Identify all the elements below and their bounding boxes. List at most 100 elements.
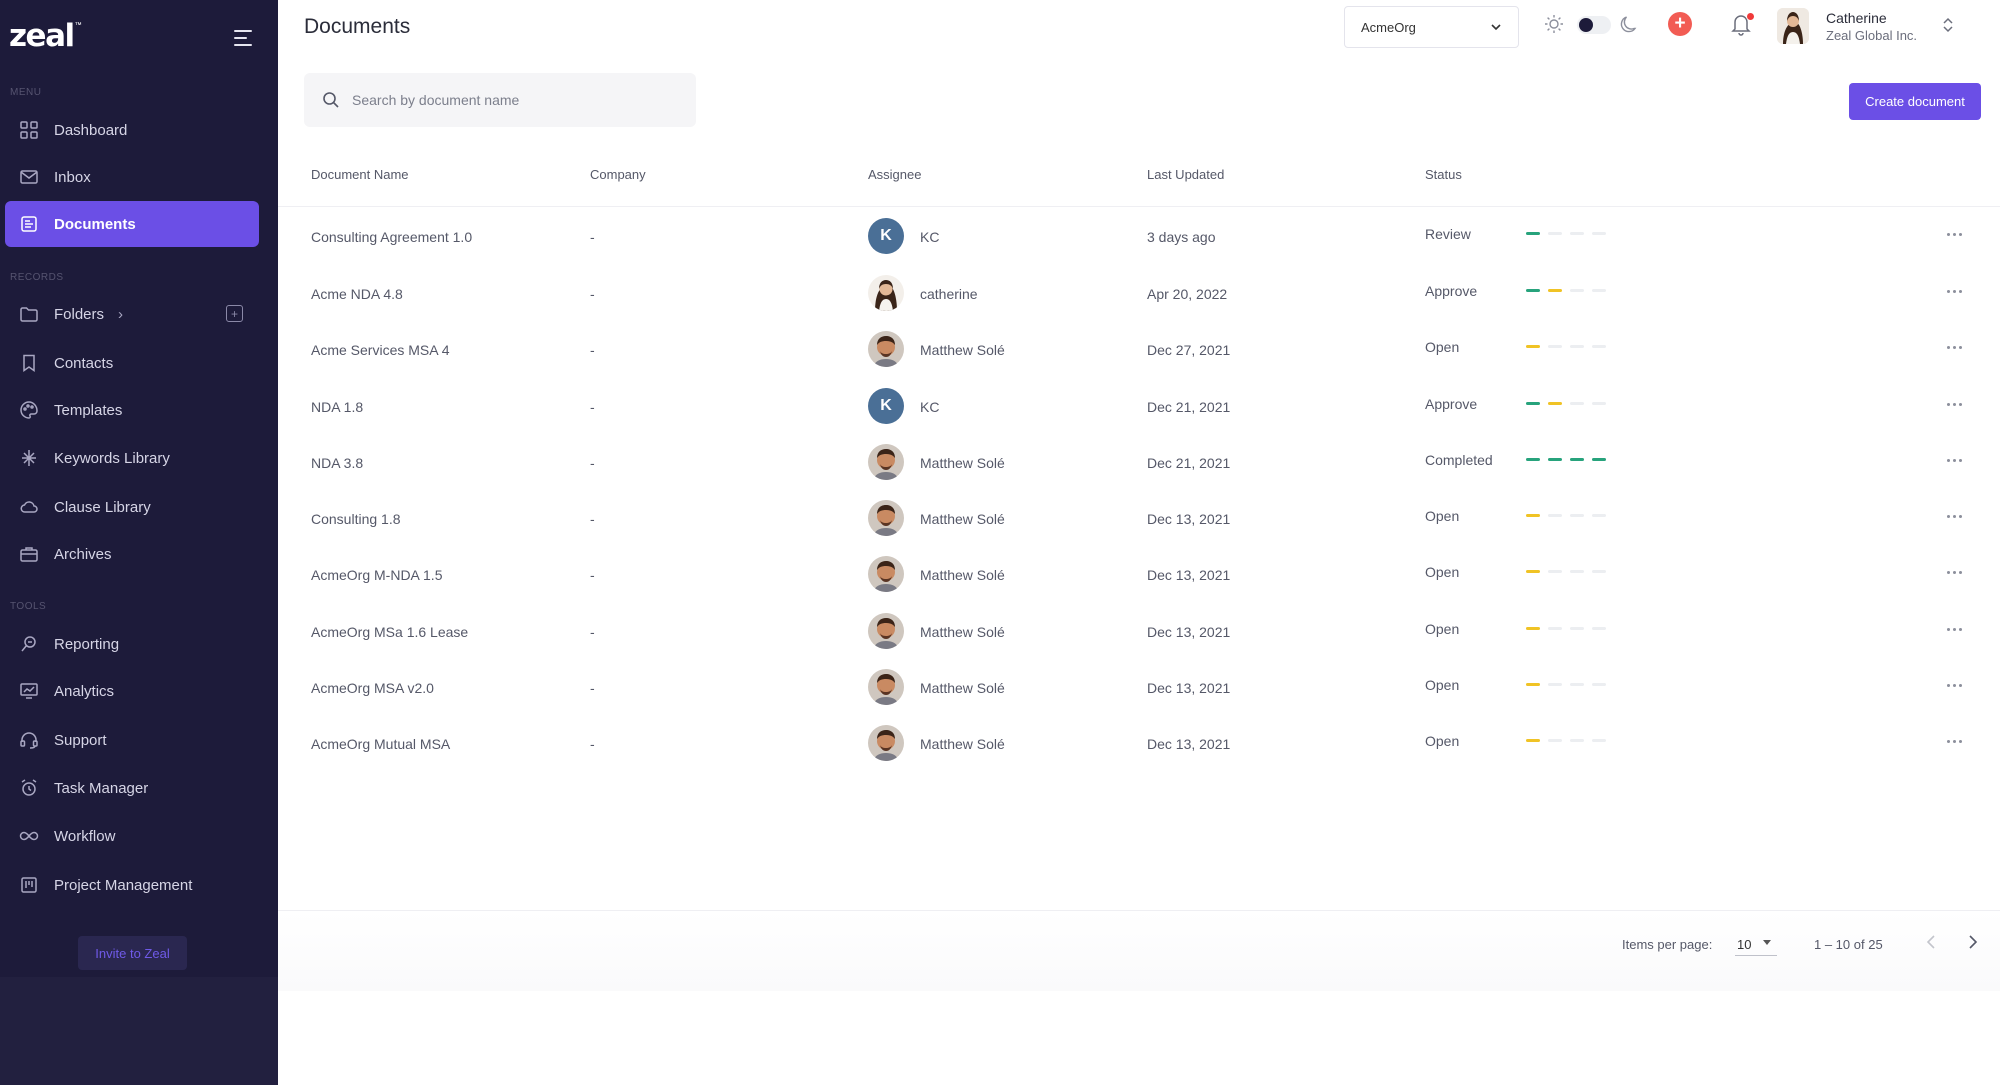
sun-icon[interactable] [1543, 13, 1565, 35]
next-page-icon[interactable] [1962, 932, 1982, 952]
more-options-icon[interactable] [1947, 567, 1969, 577]
company: - [590, 229, 595, 245]
document-name[interactable]: AcmeOrg MSa 1.6 Lease [311, 624, 468, 640]
table-row[interactable]: Consulting 1.8 - Matthew Solé Dec 13, 20… [278, 490, 2000, 546]
column-header-assignee[interactable]: Assignee [868, 167, 921, 182]
more-options-icon[interactable] [1947, 680, 1969, 690]
document-name[interactable]: NDA 3.8 [311, 455, 363, 471]
document-name[interactable]: Consulting Agreement 1.0 [311, 229, 472, 245]
previous-page-icon[interactable] [1922, 932, 1942, 952]
status-progress-segment [1548, 402, 1562, 405]
sidebar-item-keywords-library[interactable]: Keywords Library [5, 435, 259, 481]
more-options-icon[interactable] [1947, 229, 1969, 239]
document-name[interactable]: Acme Services MSA 4 [311, 342, 450, 358]
sidebar-item-inbox[interactable]: Inbox [5, 154, 259, 200]
document-name[interactable]: AcmeOrg Mutual MSA [311, 736, 450, 752]
kanban-icon [18, 874, 40, 896]
status-label: Open [1425, 733, 1460, 749]
sidebar-item-label: Reporting [54, 635, 120, 653]
company: - [590, 455, 595, 471]
sidebar-item-label: Archives [54, 545, 112, 563]
status-progress-segment [1570, 289, 1584, 292]
table-row[interactable]: AcmeOrg M-NDA 1.5 - Matthew Solé Dec 13,… [278, 546, 2000, 602]
document-name[interactable]: AcmeOrg M-NDA 1.5 [311, 567, 442, 583]
status-progress-segment [1548, 232, 1562, 235]
column-header-document-name[interactable]: Document Name [311, 167, 409, 182]
status-progress-segment [1570, 739, 1584, 742]
user-name: Catherine [1826, 10, 1887, 26]
assignee-name: KC [920, 229, 940, 245]
more-options-icon[interactable] [1947, 286, 1969, 296]
status-progress [1526, 289, 1606, 292]
more-options-icon[interactable] [1947, 455, 1969, 465]
more-options-icon[interactable] [1947, 736, 1969, 746]
column-header-status[interactable]: Status [1425, 167, 1462, 182]
more-options-icon[interactable] [1947, 511, 1969, 521]
table-row[interactable]: AcmeOrg MSA v2.0 - Matthew Solé Dec 13, … [278, 659, 2000, 715]
table-row[interactable]: Acme NDA 4.8 - catherine Apr 20, 2022 Ap… [278, 265, 2000, 321]
company: - [590, 624, 595, 640]
table-row[interactable]: Acme Services MSA 4 - Matthew Solé Dec 2… [278, 321, 2000, 377]
items-per-page-value: 10 [1737, 937, 1752, 952]
sidebar-item-dashboard[interactable]: Dashboard [5, 107, 259, 153]
sidebar-item-project-management[interactable]: Project Management [5, 862, 259, 908]
search-input[interactable] [352, 73, 682, 127]
sidebar-item-label: Workflow [54, 827, 116, 845]
company: - [590, 286, 595, 302]
sidebar-item-documents[interactable]: Documents [5, 201, 259, 247]
status-progress-segment [1570, 458, 1584, 461]
menu-toggle-icon[interactable] [234, 30, 254, 48]
sidebar-item-task-manager[interactable]: Task Manager [5, 765, 259, 811]
sidebar-item-folders[interactable]: Folders › + [5, 291, 259, 337]
document-name[interactable]: Consulting 1.8 [311, 511, 401, 527]
items-per-page-select[interactable]: 10 [1735, 930, 1777, 956]
status-progress-segment [1548, 683, 1562, 686]
document-name[interactable]: NDA 1.8 [311, 399, 363, 415]
theme-toggle[interactable] [1577, 16, 1611, 34]
keyword-icon [18, 447, 40, 469]
sidebar-item-clause-library[interactable]: Clause Library [5, 484, 259, 530]
document-name[interactable]: AcmeOrg MSA v2.0 [311, 680, 434, 696]
table-row[interactable]: NDA 3.8 - Matthew Solé Dec 21, 2021 Comp… [278, 434, 2000, 490]
theme-toggle-knob [1579, 18, 1593, 32]
sidebar-item-analytics[interactable]: Analytics [5, 668, 259, 714]
invite-button[interactable]: Invite to Zeal [78, 936, 187, 970]
status-progress-segment [1526, 402, 1540, 405]
table-row[interactable]: Consulting Agreement 1.0 - K KC 3 days a… [278, 208, 2000, 264]
moon-icon[interactable] [1619, 13, 1641, 35]
status-progress-segment [1570, 570, 1584, 573]
status-label: Open [1425, 339, 1460, 355]
user-avatar[interactable] [1777, 8, 1809, 44]
org-select[interactable]: AcmeOrg [1344, 6, 1519, 48]
document-name[interactable]: Acme NDA 4.8 [311, 286, 403, 302]
more-options-icon[interactable] [1947, 399, 1969, 409]
table-row[interactable]: AcmeOrg Mutual MSA - Matthew Solé Dec 13… [278, 715, 2000, 771]
status-progress-segment [1548, 345, 1562, 348]
more-options-icon[interactable] [1947, 342, 1969, 352]
assignee-avatar [868, 556, 904, 592]
sidebar-item-label: Support [54, 731, 107, 749]
sidebar-item-workflow[interactable]: Workflow [5, 813, 259, 859]
table-row[interactable]: NDA 1.8 - K KC Dec 21, 2021 Approve [278, 378, 2000, 434]
column-header-company[interactable]: Company [590, 167, 646, 182]
sidebar-item-archives[interactable]: Archives [5, 531, 259, 577]
sidebar-item-label: Keywords Library [54, 449, 170, 467]
create-document-button[interactable]: Create document [1849, 83, 1981, 120]
logo-trademark: ™ [74, 22, 82, 29]
chevron-up-down-icon[interactable] [1941, 15, 1955, 35]
sidebar-footer [0, 977, 278, 1085]
sidebar-item-label: Contacts [54, 354, 114, 372]
status-progress-segment [1592, 570, 1606, 573]
sidebar-item-templates[interactable]: Templates [5, 387, 259, 433]
sidebar-item-contacts[interactable]: Contacts [5, 340, 259, 386]
sidebar-item-support[interactable]: Support [5, 717, 259, 763]
add-new-button[interactable]: + [1668, 12, 1692, 36]
more-options-icon[interactable] [1947, 624, 1969, 634]
sidebar-item-reporting[interactable]: Reporting [5, 621, 259, 667]
column-header-last-updated[interactable]: Last Updated [1147, 167, 1224, 182]
add-folder-icon[interactable]: + [226, 305, 243, 322]
zeal-logo[interactable]: zeal ™ [9, 18, 82, 54]
assignee-name: catherine [920, 286, 978, 302]
table-row[interactable]: AcmeOrg MSa 1.6 Lease - Matthew Solé Dec… [278, 603, 2000, 659]
status-progress-segment [1526, 627, 1540, 630]
